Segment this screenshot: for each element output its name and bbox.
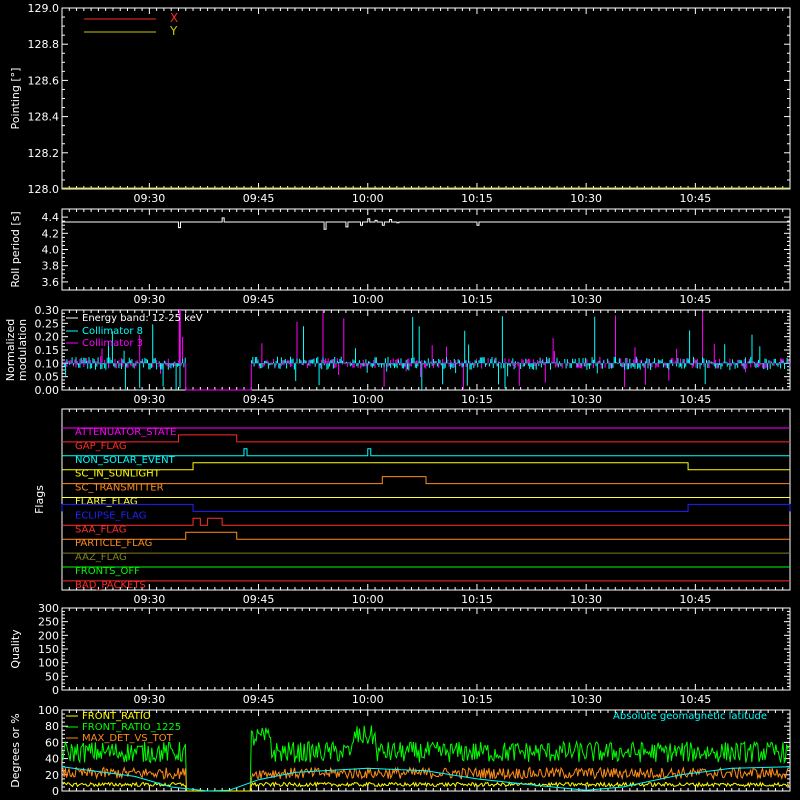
- flag-label: SC_IN_SUNLIGHT: [75, 469, 161, 480]
- x-tick-label: 10:30: [570, 192, 602, 205]
- y-axis-label: Flags: [33, 485, 46, 514]
- flag-label: ATTENUATOR_STATE: [75, 427, 176, 438]
- legend-front-ratio-1225-label: FRONT_RATIO_1225: [82, 722, 181, 733]
- legend-y-label: Y: [169, 24, 178, 38]
- y-tick-label: 0.30: [35, 304, 60, 317]
- legend-energy-label: Energy band: 12-25 keV: [82, 313, 203, 324]
- x-tick-label: 09:45: [243, 593, 275, 606]
- flag-label: BAD_PACKETS: [75, 580, 146, 591]
- y-axis-label: Roll period [s]: [9, 211, 22, 287]
- x-tick-label: 10:30: [570, 693, 602, 706]
- y-axis-label: modulation: [16, 319, 29, 381]
- y-tick-label: 4.4: [42, 211, 60, 224]
- y-tick-label: 4.0: [42, 244, 60, 257]
- y-tick-label: 3.8: [42, 260, 60, 273]
- x-tick-label: 10:45: [680, 393, 712, 406]
- y-tick-label: 80: [45, 720, 59, 733]
- x-tick-label: 10:45: [680, 192, 712, 205]
- y-tick-label: 129.0: [28, 2, 60, 15]
- y-tick-label: 128.0: [28, 183, 60, 196]
- y-tick-label: 40: [45, 753, 59, 766]
- x-tick-label: 10:45: [680, 593, 712, 606]
- x-tick-label: 10:30: [570, 393, 602, 406]
- y-tick-label: 0.25: [35, 317, 60, 330]
- legend-max-det-label: MAX_DET_VS_TOT: [82, 733, 174, 744]
- x-tick-label: 10:00: [352, 192, 384, 205]
- x-tick-label: 09:30: [134, 693, 166, 706]
- y-tick-label: 0: [52, 785, 59, 798]
- y-tick-label: 4.2: [42, 227, 60, 240]
- x-tick-label: 10:30: [570, 293, 602, 306]
- legend-front-ratio-label: FRONT_RATIO: [82, 711, 151, 722]
- flag-label: FRONTS_OFF: [75, 566, 140, 577]
- flag-label: AAZ_FLAG: [75, 552, 127, 563]
- legend-geomag-label: Absolute geomagnetic latitude: [613, 711, 767, 722]
- x-tick-label: 09:30: [134, 393, 166, 406]
- legend-coll3-label: Collimator 3: [82, 338, 143, 349]
- y-tick-label: 100: [38, 657, 59, 670]
- summary-figure: 128.0 128.2 128.4 128.6 128.8 129.0 Pointing […: [0, 0, 800, 800]
- y-tick-label: 100: [38, 704, 59, 717]
- y-axis-label: Pointing [°]: [9, 68, 22, 130]
- x-tick-label: 10:15: [461, 693, 493, 706]
- y-tick-label: 128.2: [28, 147, 60, 160]
- x-tick-label: 10:30: [570, 593, 602, 606]
- y-tick-label: 0.10: [35, 357, 60, 370]
- flag-label: NON_SOLAR_EVENT: [75, 455, 176, 466]
- x-tick-label: 09:45: [243, 693, 275, 706]
- flag-label: PARTICLE_FLAG: [75, 538, 152, 549]
- y-tick-label: 128.6: [28, 74, 60, 87]
- x-tick-label: 10:15: [461, 393, 493, 406]
- flag-label: FLARE_FLAG: [75, 497, 138, 508]
- y-tick-label: 0: [52, 684, 59, 697]
- y-tick-label: 60: [45, 736, 59, 749]
- y-tick-label: 0.05: [35, 371, 60, 384]
- x-tick-label: 10:00: [352, 593, 384, 606]
- y-tick-label: 128.8: [28, 38, 60, 51]
- legend-x-label: X: [170, 11, 178, 25]
- y-tick-label: 250: [38, 616, 59, 629]
- flag-label: GAP_FLAG: [75, 441, 127, 452]
- x-tick-label: 09:45: [243, 393, 275, 406]
- y-tick-label: 0.15: [35, 344, 60, 357]
- x-tick-label: 09:30: [134, 593, 166, 606]
- x-tick-label: 09:30: [134, 293, 166, 306]
- x-tick-label: 10:15: [461, 593, 493, 606]
- x-tick-label: 09:45: [243, 192, 275, 205]
- x-tick-label: 09:45: [243, 293, 275, 306]
- x-tick-label: 10:15: [461, 192, 493, 205]
- y-tick-label: 150: [38, 643, 59, 656]
- y-tick-label: 0.00: [35, 384, 60, 397]
- flag-label: SC_TRANSMITTER: [75, 483, 164, 494]
- x-tick-label: 10:00: [352, 293, 384, 306]
- x-tick-label: 10:15: [461, 293, 493, 306]
- legend-coll8-label: Collimator 8: [82, 326, 143, 337]
- flag-label: ECLIPSE_FLAG: [75, 510, 146, 521]
- y-tick-label: 200: [38, 629, 59, 642]
- x-tick-label: 10:45: [680, 293, 712, 306]
- x-tick-label: 09:30: [134, 192, 166, 205]
- flag-label: SAA_FLAG: [75, 524, 126, 535]
- y-tick-label: 0.20: [35, 331, 60, 344]
- y-tick-label: 3.6: [42, 276, 60, 289]
- y-tick-label: 20: [45, 769, 59, 782]
- y-axis-label: Quality: [9, 629, 22, 669]
- x-tick-label: 10:00: [352, 693, 384, 706]
- y-tick-label: 50: [45, 670, 59, 683]
- y-tick-label: 128.4: [28, 111, 60, 124]
- x-tick-label: 10:00: [352, 393, 384, 406]
- y-axis-label: Degrees or %: [9, 713, 22, 787]
- y-tick-label: 300: [38, 602, 59, 615]
- x-tick-label: 10:45: [680, 693, 712, 706]
